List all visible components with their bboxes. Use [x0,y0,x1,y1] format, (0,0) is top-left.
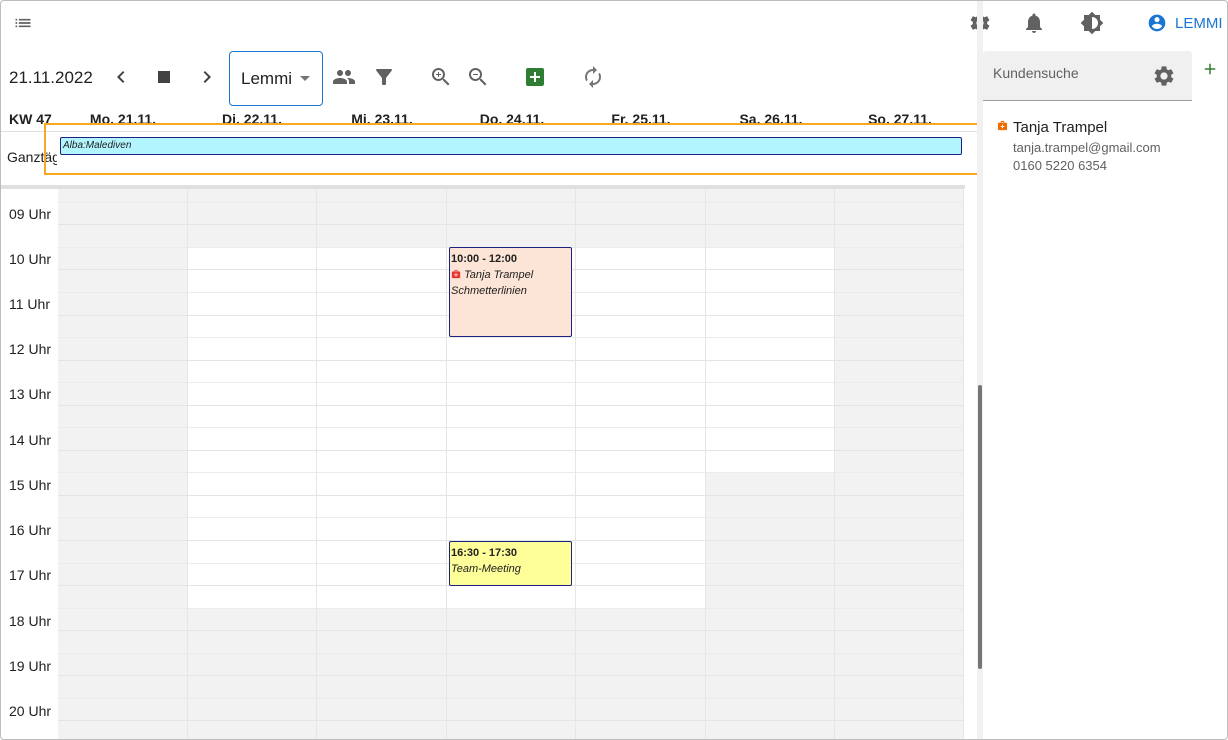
bell-icon[interactable] [1022,11,1046,35]
hour-label: 16 Uhr [9,522,52,538]
people-icon[interactable] [332,65,356,89]
gear-icon[interactable] [1152,64,1176,88]
zoom-in-icon[interactable] [429,65,453,89]
customer-panel: Tanja Trampel tanja.trampel@gmail.com 01… [983,51,1227,739]
allday-label: Ganztägig [7,149,57,165]
day-header[interactable]: Do. 24.11. [447,111,577,125]
day-header[interactable]: Sa. 26.11. [706,111,836,125]
user-menu-button[interactable]: LEMMI [1147,11,1223,35]
filter-icon[interactable] [372,65,396,89]
first-aid-kit-icon [997,120,1008,131]
hour-label: 09 Uhr [9,206,52,222]
event-title: Schmetterlinien [451,285,527,297]
scrollbar-thumb[interactable] [978,385,982,669]
calendar-select-value: Lemmi [241,68,293,88]
app-window: LEMMI 21.11.2022 Lemmi KW 47 Mo. 21.11. … [0,0,1228,740]
user-name: LEMMI [1175,14,1223,32]
allday-event[interactable]: Alba:Malediven [60,137,962,155]
current-date: 21.11.2022 [9,68,93,87]
event-time: 16:30 - 17:30 [451,547,518,559]
hour-label: 14 Uhr [9,432,52,448]
hour-label: 12 Uhr [9,341,52,357]
next-week-button[interactable] [195,65,219,89]
week-number: KW 47 [9,111,52,127]
customer-search-box [983,51,1192,101]
day-header[interactable]: So. 27.11. [835,111,965,125]
time-grid[interactable]: 09 Uhr 10 Uhr 11 Uhr 12 Uhr 13 Uhr 14 Uh… [1,185,965,739]
hour-label: 18 Uhr [9,613,52,629]
customer-search-input[interactable] [993,65,1143,81]
calendar-select[interactable]: Lemmi [229,51,323,106]
day-header[interactable]: Di. 22.11. [187,111,317,125]
app-bar: LEMMI [1,1,1227,45]
day-header[interactable]: Mo. 21.11. [58,111,188,125]
account-circle-icon [1148,14,1166,32]
brightness-icon[interactable] [1080,11,1104,35]
event-customer-name: Tanja Trampel [464,269,534,281]
day-header-row: KW 47 Mo. 21.11. Di. 22.11. Mi. 23.11. D… [1,105,981,131]
hour-label: 15 Uhr [9,477,52,493]
event-title: Team-Meeting [451,563,521,575]
zoom-out-icon[interactable] [466,65,490,89]
customer-email: tanja.trampel@gmail.com [1013,140,1161,155]
format-list-icon[interactable] [13,13,33,33]
dropdown-caret-icon [300,76,310,81]
hour-label: 10 Uhr [9,251,52,267]
add-appointment-icon[interactable] [523,65,547,89]
hour-label: 17 Uhr [9,567,52,583]
week-calendar: KW 47 Mo. 21.11. Di. 22.11. Mi. 23.11. D… [1,105,981,739]
day-header[interactable]: Fr. 25.11. [576,111,706,125]
hour-label: 19 Uhr [9,658,52,674]
event-customer: Tanja Trampel [451,267,570,283]
first-aid-kit-icon [451,269,461,279]
hour-label: 13 Uhr [9,386,52,402]
previous-week-button[interactable] [109,65,133,89]
appointment-event[interactable]: 10:00 - 12:00 Tanja Trampel Schmetterlin… [449,247,572,337]
event-time: 10:00 - 12:00 [451,253,518,265]
customer-name: Tanja Trampel [1013,119,1108,136]
refresh-icon[interactable] [581,65,605,89]
today-button[interactable] [152,65,176,89]
add-customer-icon[interactable] [1201,60,1219,78]
calendar-toolbar: 21.11.2022 Lemmi [1,51,981,106]
hour-label: 20 Uhr [9,703,52,719]
team-meeting-event[interactable]: 16:30 - 17:30 Team-Meeting [449,541,572,586]
hour-label: 11 Uhr [9,296,50,312]
day-header[interactable]: Mi. 23.11. [317,111,447,125]
customer-phone: 0160 5220 6354 [1013,158,1107,173]
